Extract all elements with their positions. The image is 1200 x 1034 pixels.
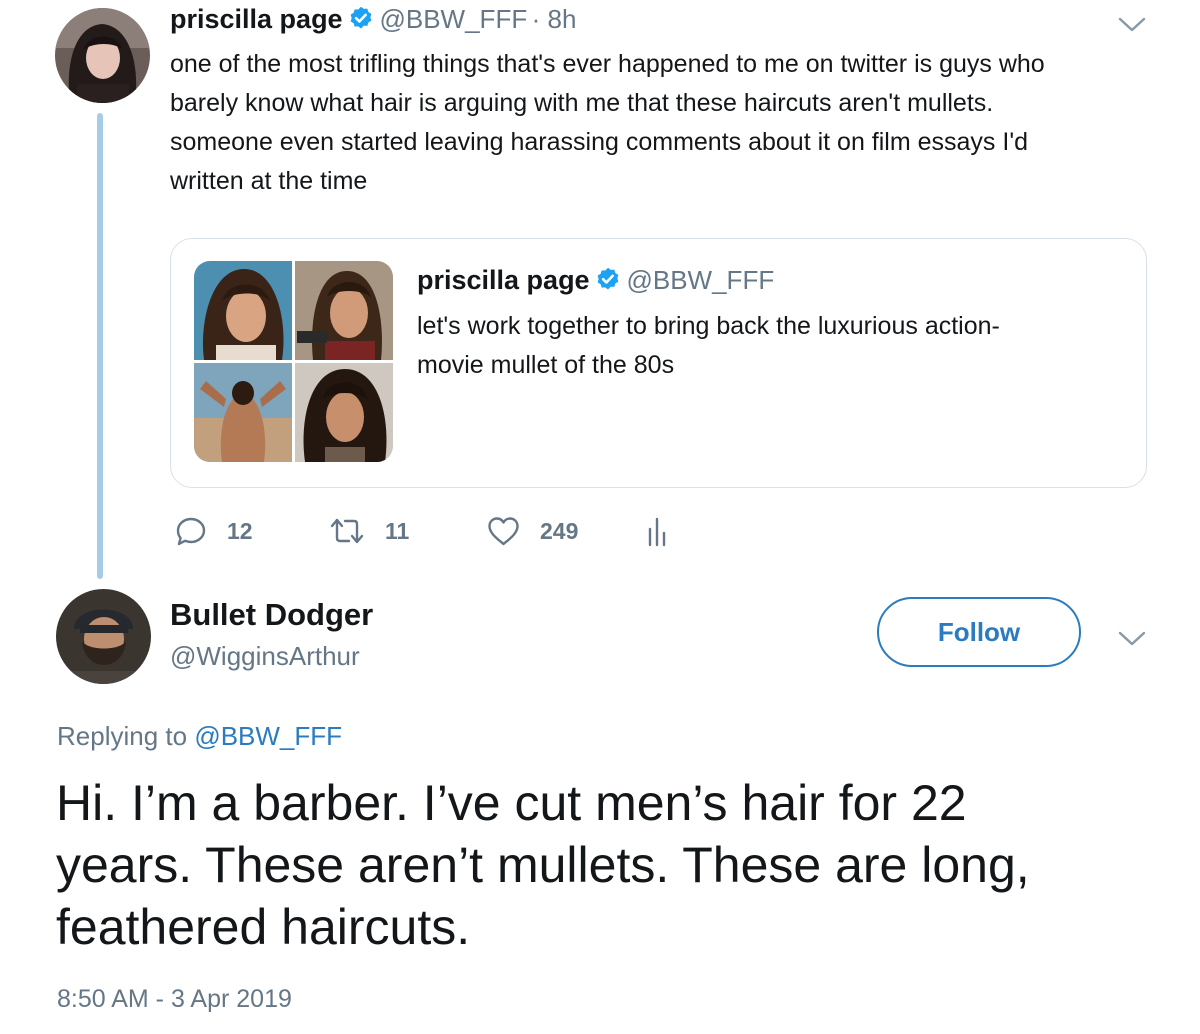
bullet-dodger-avatar[interactable] bbox=[56, 589, 151, 684]
tweet-timestamp[interactable]: 8:50 AM - 3 Apr 2019 bbox=[57, 985, 292, 1014]
verified-badge-icon bbox=[597, 267, 619, 290]
quoted-tweet-text: let's work together to bring back the lu… bbox=[417, 307, 1117, 385]
quoted-media-grid[interactable] bbox=[194, 261, 393, 462]
text-line: written at the time bbox=[170, 167, 368, 195]
main-author-name[interactable]: Bullet Dodger bbox=[170, 597, 373, 633]
replying-to: Replying to @BBW_FFF bbox=[57, 721, 342, 752]
chevron-down-icon[interactable] bbox=[1117, 14, 1147, 34]
replying-mention-link[interactable]: @BBW_FFF bbox=[194, 721, 342, 751]
parent-tweet-time[interactable]: · 8h bbox=[532, 4, 577, 34]
follow-button[interactable]: Follow bbox=[877, 597, 1081, 667]
replying-prefix: Replying to bbox=[57, 721, 188, 751]
verified-badge-icon bbox=[350, 6, 372, 29]
reply-count: 12 bbox=[227, 517, 253, 544]
heart-icon bbox=[488, 517, 519, 546]
text-line: one of the most trifling things that's e… bbox=[170, 50, 1045, 78]
quoted-tweet-header: priscilla page @BBW_FFF bbox=[417, 265, 774, 299]
parent-tweet-text: one of the most trifling things that's e… bbox=[170, 45, 1160, 201]
media-thumbnail[interactable] bbox=[194, 363, 292, 462]
retweet-count: 11 bbox=[385, 517, 410, 544]
main-author-handle[interactable]: @WigginsArthur bbox=[170, 641, 360, 672]
media-thumbnail[interactable] bbox=[295, 363, 393, 462]
chevron-down-icon[interactable] bbox=[1117, 628, 1147, 648]
parent-tweet-header: priscilla page @BBW_FFF · 8h bbox=[170, 4, 576, 38]
text-line: Hi. I’m a barber. I’ve cut men’s hair fo… bbox=[56, 775, 967, 831]
text-line: years. These aren’t mullets. These are l… bbox=[56, 837, 1030, 893]
priscilla-avatar[interactable] bbox=[55, 8, 150, 103]
like-count: 249 bbox=[540, 517, 579, 544]
retweet-icon bbox=[330, 518, 364, 544]
parent-author-handle[interactable]: @BBW_FFF bbox=[379, 4, 527, 34]
quoted-author-handle[interactable]: @BBW_FFF bbox=[626, 265, 774, 295]
reply-icon bbox=[176, 517, 206, 546]
analytics-icon[interactable] bbox=[646, 515, 672, 547]
text-line: let's work together to bring back the lu… bbox=[417, 312, 1000, 340]
text-line: movie mullet of the 80s bbox=[417, 351, 675, 379]
thread-connector-line bbox=[97, 113, 103, 579]
text-line: barely know what hair is arguing with me… bbox=[170, 89, 994, 117]
media-thumbnail[interactable] bbox=[194, 261, 292, 360]
reply-action[interactable]: 12 bbox=[175, 514, 253, 548]
like-action[interactable]: 249 bbox=[487, 514, 578, 548]
text-line: someone even started leaving harassing c… bbox=[170, 128, 1028, 156]
parent-author-name[interactable]: priscilla page bbox=[170, 4, 343, 34]
text-line: feathered haircuts. bbox=[56, 899, 471, 955]
media-thumbnail[interactable] bbox=[295, 261, 393, 360]
main-tweet-text: Hi. I’m a barber. I’ve cut men’s hair fo… bbox=[56, 772, 1176, 958]
retweet-action[interactable]: 11 bbox=[329, 514, 409, 548]
quoted-author-name[interactable]: priscilla page bbox=[417, 265, 590, 295]
